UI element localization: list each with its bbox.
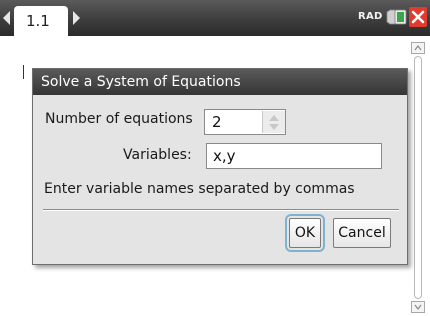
stepper-buttons[interactable]	[262, 111, 285, 133]
cancel-button[interactable]: Cancel	[333, 218, 391, 248]
scroll-track[interactable]	[414, 56, 422, 299]
close-icon[interactable]	[409, 7, 427, 27]
scrollbar[interactable]	[411, 42, 427, 314]
tab-1-1[interactable]: 1.1	[14, 6, 68, 36]
variables-input[interactable]	[206, 143, 382, 169]
num-equations-label: Number of equations	[45, 111, 193, 127]
num-equations-stepper[interactable]: 2	[204, 109, 286, 135]
scroll-down-button[interactable]	[411, 301, 425, 313]
calculator-screen: 1.1 RAD Solve a System of Equations Numb…	[0, 0, 430, 316]
dialog-title: Solve a System of Equations	[33, 69, 407, 95]
tab-left-arrow-icon[interactable]	[3, 11, 10, 25]
scroll-up-button[interactable]	[411, 42, 425, 54]
num-equations-value: 2	[212, 113, 222, 131]
dialog-divider	[43, 209, 399, 211]
top-bar: 1.1 RAD	[0, 0, 430, 36]
variables-label: Variables:	[123, 147, 192, 163]
angle-mode-indicator: RAD	[358, 11, 383, 22]
decrement-icon[interactable]	[269, 124, 279, 130]
tab-label: 1.1	[26, 12, 50, 30]
variables-hint: Enter variable names separated by commas	[44, 181, 355, 197]
increment-icon[interactable]	[269, 115, 279, 121]
ok-button[interactable]: OK	[285, 214, 325, 252]
solve-system-dialog: Solve a System of Equations Number of eq…	[32, 68, 408, 265]
tab-right-arrow-icon[interactable]	[73, 11, 80, 25]
battery-icon	[386, 9, 408, 25]
text-cursor	[23, 65, 24, 79]
